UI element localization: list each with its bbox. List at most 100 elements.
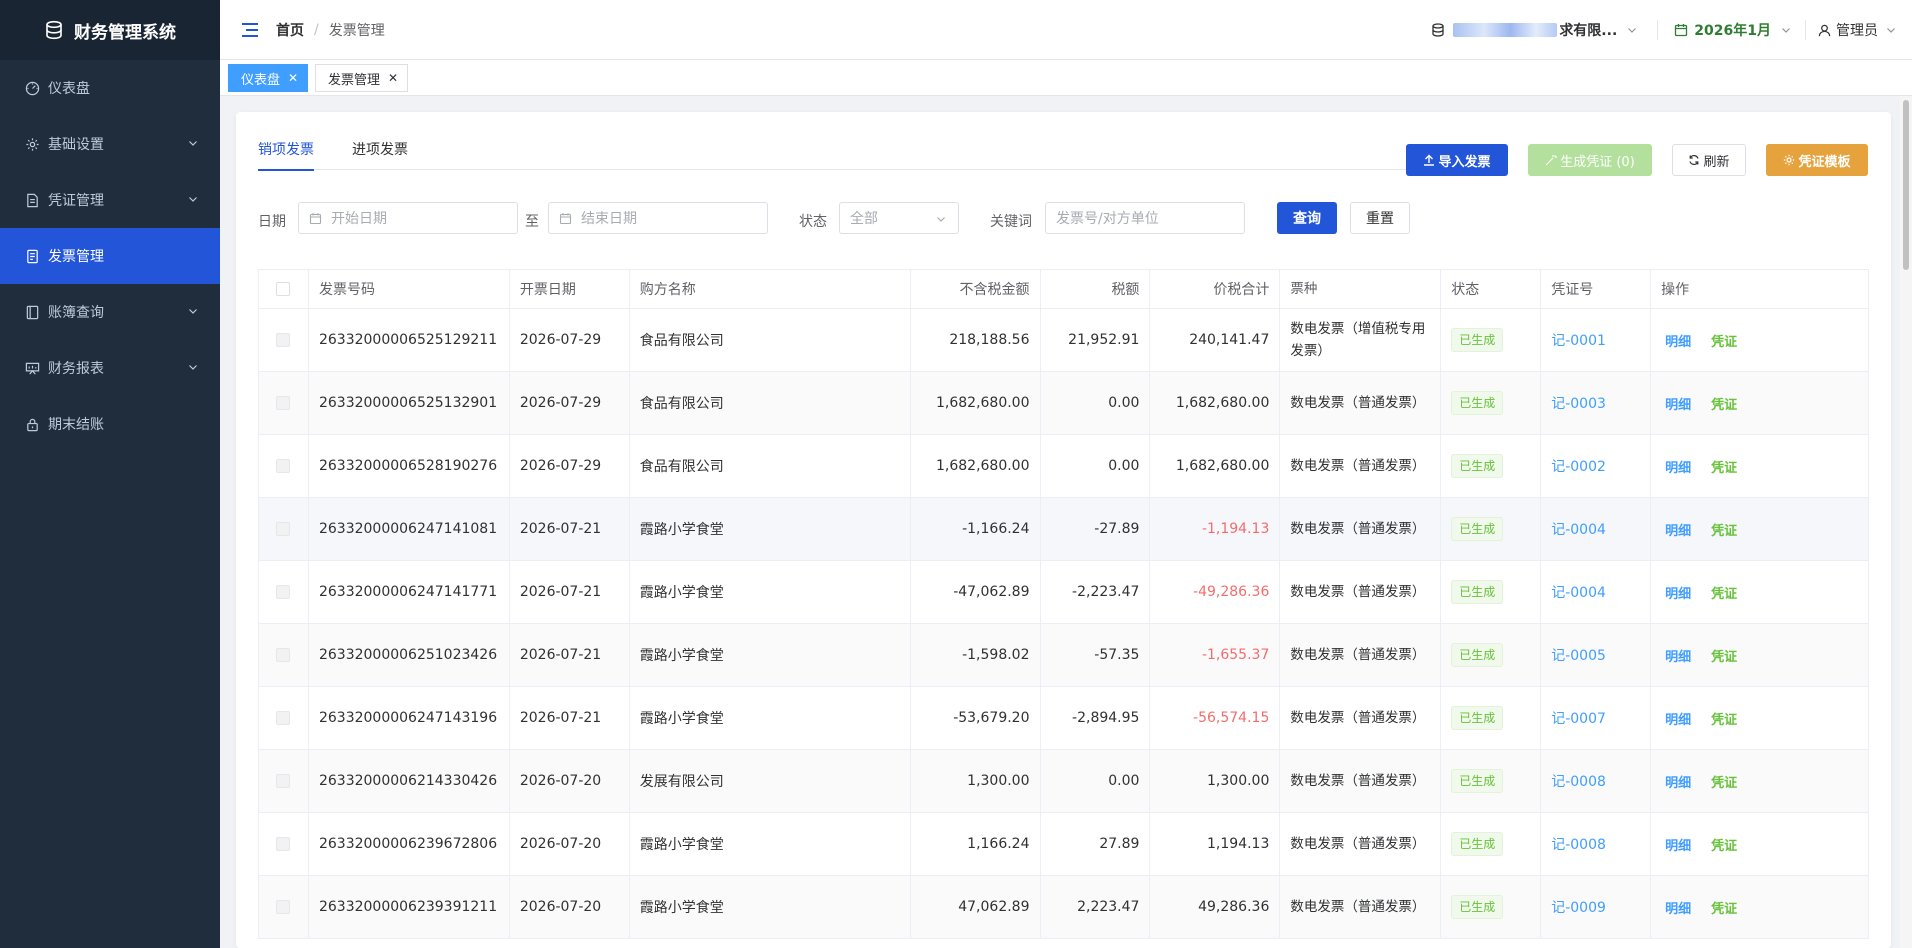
row-checkbox[interactable]	[276, 459, 291, 473]
voucher-button[interactable]: 凭证	[1711, 331, 1737, 350]
start-date-input[interactable]: 开始日期	[298, 202, 518, 234]
table-row[interactable]: 26332000006247141771 2026-07-21 霞路小学食堂 -47,…	[259, 561, 1869, 624]
table-row[interactable]: 26332000006239391211 2026-07-20 霞路小学食堂 47,0…	[259, 876, 1869, 939]
buyer-cell: 霞路小学食堂	[629, 498, 911, 561]
table-row[interactable]: 26332000006214330426 2026-07-20 发展有限公司 1,30…	[259, 750, 1869, 813]
sidebar-item-financial-reports[interactable]: 财务报表	[0, 340, 220, 396]
voucher-link[interactable]: 记-0001	[1551, 330, 1606, 350]
close-icon[interactable]: ✕	[288, 71, 298, 85]
sidebar-item-ledger-query[interactable]: 账簿查询	[0, 284, 220, 340]
buyer-cell: 发展有限公司	[629, 750, 911, 813]
detail-button[interactable]: 明细	[1665, 394, 1691, 413]
row-checkbox[interactable]	[276, 333, 291, 347]
voucher-link[interactable]: 记-0003	[1551, 393, 1606, 413]
detail-button[interactable]: 明细	[1665, 709, 1691, 728]
voucher-link[interactable]: 记-0004	[1551, 582, 1606, 602]
status-cell: 已生成	[1441, 813, 1542, 876]
breadcrumb-home[interactable]: 首页	[276, 20, 304, 40]
keyword-input[interactable]: 发票号/对方单位	[1045, 202, 1245, 234]
user-menu[interactable]: 管理员	[1805, 20, 1896, 40]
reset-button[interactable]: 重置	[1350, 202, 1410, 234]
voucher-button[interactable]: 凭证	[1711, 646, 1737, 665]
row-checkbox[interactable]	[276, 585, 291, 599]
status-cell: 已生成	[1441, 687, 1542, 750]
row-checkbox-cell	[259, 435, 309, 498]
tax-cell: 2,223.47	[1040, 876, 1151, 939]
status-badge: 已生成	[1451, 643, 1504, 667]
import-invoice-button[interactable]: 导入发票	[1406, 144, 1508, 176]
table-row[interactable]: 26332000006247141081 2026-07-21 霞路小学食堂 -1,1…	[259, 498, 1869, 561]
row-checkbox[interactable]	[276, 522, 291, 536]
tag-invoice[interactable]: 发票管理 ✕	[315, 64, 409, 92]
voucher-button[interactable]: 凭证	[1711, 520, 1737, 539]
status-badge: 已生成	[1451, 706, 1504, 730]
select-all-checkbox[interactable]	[276, 282, 291, 296]
detail-button[interactable]: 明细	[1665, 772, 1691, 791]
detail-button[interactable]: 明细	[1665, 646, 1691, 665]
tax-cell: -27.89	[1040, 498, 1151, 561]
menu-toggle-icon[interactable]	[242, 22, 258, 37]
voucher-button[interactable]: 凭证	[1711, 457, 1737, 476]
sidebar-item-basic-settings[interactable]: 基础设置	[0, 116, 220, 172]
voucher-button[interactable]: 凭证	[1711, 709, 1737, 728]
header-date: 开票日期	[509, 270, 630, 309]
row-checkbox[interactable]	[276, 900, 291, 914]
table-row[interactable]: 26332000006525132901 2026-07-29 食品有限公司 1,68…	[259, 372, 1869, 435]
voucher-no-cell: 记-0008	[1541, 813, 1652, 876]
voucher-button[interactable]: 凭证	[1711, 583, 1737, 602]
voucher-link[interactable]: 记-0008	[1551, 771, 1606, 791]
voucher-button[interactable]: 凭证	[1711, 898, 1737, 917]
period-selector[interactable]: 2026年1月	[1657, 20, 1791, 40]
tax-cell: 21,952.91	[1040, 309, 1151, 372]
table-row[interactable]: 26332000006239672806 2026-07-20 霞路小学食堂 1,16…	[259, 813, 1869, 876]
tab-sales[interactable]: 销项发票	[258, 140, 314, 171]
voucher-link[interactable]: 记-0008	[1551, 834, 1606, 854]
tab-purchase[interactable]: 进项发票	[352, 140, 408, 170]
voucher-link[interactable]: 记-0004	[1551, 519, 1606, 539]
voucher-link[interactable]: 记-0009	[1551, 897, 1606, 917]
voucher-button[interactable]: 凭证	[1711, 394, 1737, 413]
detail-button[interactable]: 明细	[1665, 583, 1691, 602]
amount-cell: -1,166.24	[910, 498, 1041, 561]
sidebar-item-voucher-management[interactable]: 凭证管理	[0, 172, 220, 228]
app-logo: 财务管理系统	[0, 0, 220, 60]
sidebar-item-dashboard[interactable]: 仪表盘	[0, 60, 220, 116]
voucher-link[interactable]: 记-0005	[1551, 645, 1606, 665]
detail-button[interactable]: 明细	[1665, 898, 1691, 917]
detail-button[interactable]: 明细	[1665, 457, 1691, 476]
end-date-input[interactable]: 结束日期	[548, 202, 768, 234]
table-row[interactable]: 26332000006247143196 2026-07-21 霞路小学食堂 -53,…	[259, 687, 1869, 750]
tax-cell: 27.89	[1040, 813, 1151, 876]
voucher-link[interactable]: 记-0007	[1551, 708, 1606, 728]
voucher-button[interactable]: 凭证	[1711, 835, 1737, 854]
status-cell: 已生成	[1441, 435, 1542, 498]
buyer-cell: 霞路小学食堂	[629, 876, 911, 939]
table-row[interactable]: 26332000006525129211 2026-07-29 食品有限公司 218,…	[259, 309, 1869, 372]
generate-voucher-button[interactable]: 生成凭证 (0)	[1528, 144, 1652, 176]
detail-button[interactable]: 明细	[1665, 520, 1691, 539]
voucher-no-cell: 记-0004	[1541, 561, 1652, 624]
tag-dashboard[interactable]: 仪表盘 ✕	[228, 64, 309, 92]
row-checkbox[interactable]	[276, 711, 291, 725]
scrollbar-thumb[interactable]	[1903, 100, 1909, 270]
table-row[interactable]: 26332000006251023426 2026-07-21 霞路小学食堂 -1,5…	[259, 624, 1869, 687]
sidebar-item-invoice-management[interactable]: 发票管理	[0, 228, 220, 284]
row-checkbox[interactable]	[276, 774, 291, 788]
table-row[interactable]: 26332000006528190276 2026-07-29 食品有限公司 1,68…	[259, 435, 1869, 498]
voucher-button[interactable]: 凭证	[1711, 772, 1737, 791]
voucher-template-button[interactable]: 凭证模板	[1766, 144, 1868, 176]
close-icon[interactable]: ✕	[388, 71, 398, 85]
query-button[interactable]: 查询	[1277, 202, 1337, 234]
row-checkbox[interactable]	[276, 837, 291, 851]
amount-cell: 1,166.24	[910, 813, 1041, 876]
status-select[interactable]: 全部	[839, 202, 959, 234]
voucher-link[interactable]: 记-0002	[1551, 456, 1606, 476]
company-selector[interactable]: 求有限...	[1431, 20, 1637, 40]
gear-icon	[1784, 154, 1795, 166]
refresh-button[interactable]: 刷新	[1672, 144, 1746, 176]
row-checkbox[interactable]	[276, 396, 291, 410]
detail-button[interactable]: 明细	[1665, 331, 1691, 350]
detail-button[interactable]: 明细	[1665, 835, 1691, 854]
row-checkbox[interactable]	[276, 648, 291, 662]
sidebar-item-period-closing[interactable]: 期末结账	[0, 396, 220, 452]
